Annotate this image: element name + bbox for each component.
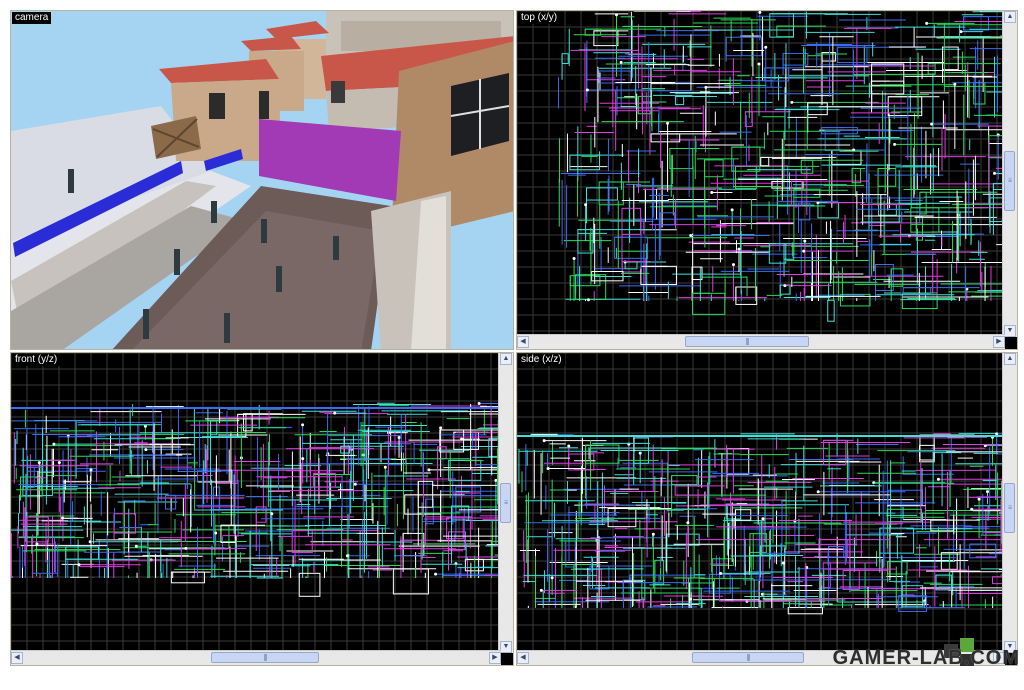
top-horizontal-scroll-thumb[interactable]: ||| [685, 336, 809, 347]
scroll-left-icon[interactable]: ◀ [517, 336, 529, 348]
side-wireframe [517, 353, 1005, 653]
front-vertical-scroll-thumb[interactable]: ≡ [500, 483, 511, 523]
top-viewport[interactable]: top (x/y) ▲ ≡ ▼ ◀ ||| ▶ [516, 10, 1018, 350]
scroll-right-icon[interactable]: ▶ [993, 336, 1005, 348]
scroll-down-icon[interactable]: ▼ [500, 641, 512, 653]
side-vertical-scrollbar[interactable]: ▲ ≡ ▼ [1002, 353, 1017, 653]
front-horizontal-scroll-thumb[interactable]: ||| [211, 652, 319, 663]
top-vertical-scrollbar[interactable]: ▲ ≡ ▼ [1002, 11, 1017, 337]
scroll-left-icon[interactable]: ◀ [517, 652, 529, 664]
front-viewport[interactable]: front (y/z) ▲ ≡ ▼ ◀ ||| ▶ [10, 352, 514, 666]
front-horizontal-scrollbar[interactable]: ◀ ||| ▶ [11, 650, 501, 665]
scroll-down-icon[interactable]: ▼ [1004, 325, 1016, 337]
front-vertical-scrollbar[interactable]: ▲ ≡ ▼ [498, 353, 513, 653]
top-vertical-scroll-thumb[interactable]: ≡ [1004, 151, 1015, 211]
camera-viewport-label: camera [12, 12, 52, 24]
camera-scene [11, 11, 513, 349]
side-horizontal-scroll-thumb[interactable]: ||| [692, 652, 804, 663]
top-horizontal-scrollbar[interactable]: ◀ ||| ▶ [517, 334, 1005, 349]
scroll-left-icon[interactable]: ◀ [11, 652, 23, 664]
front-wireframe [11, 353, 501, 653]
camera-viewport[interactable]: camera [10, 10, 514, 350]
scroll-right-icon[interactable]: ▶ [489, 652, 501, 664]
top-wireframe [517, 11, 1005, 337]
scroll-up-icon[interactable]: ▲ [1004, 353, 1016, 365]
scroll-up-icon[interactable]: ▲ [1004, 11, 1016, 23]
watermark-text: GAMER-LAB.COM [832, 647, 1020, 669]
scroll-up-icon[interactable]: ▲ [500, 353, 512, 365]
side-viewport-label: side (x/z) [518, 354, 565, 366]
top-viewport-label: top (x/y) [518, 12, 561, 24]
side-vertical-scroll-thumb[interactable]: ≡ [1004, 483, 1015, 533]
side-viewport[interactable]: side (x/z) ▲ ≡ ▼ ◀ ||| ▶ [516, 352, 1018, 666]
front-viewport-label: front (y/z) [12, 354, 61, 366]
